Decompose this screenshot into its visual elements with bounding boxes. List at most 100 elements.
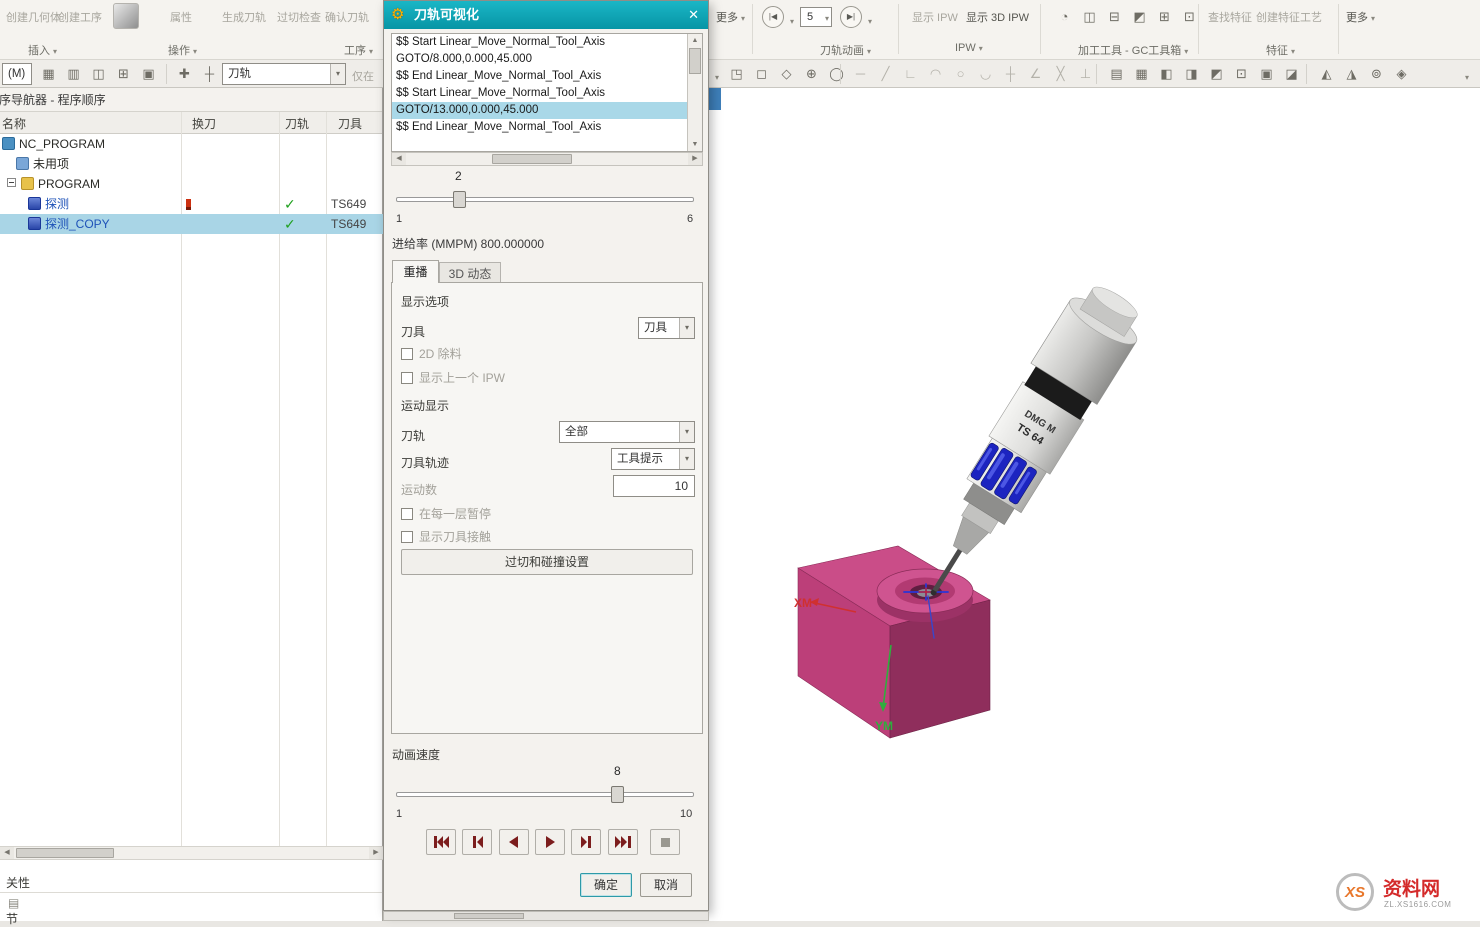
close-icon[interactable] [688, 1, 699, 29]
toolbar-icon[interactable]: ┼ [999, 63, 1022, 85]
tab-replay[interactable]: 重播 [392, 260, 439, 283]
dependencies-panel-label[interactable]: 关性 [6, 874, 30, 891]
collapse-icon[interactable] [7, 178, 16, 187]
toolbar-icon[interactable]: ◫ [1078, 6, 1101, 28]
play-backward-button[interactable] [499, 829, 529, 855]
scrollbar-thumb[interactable] [16, 848, 114, 858]
gouge-collision-settings-button[interactable]: 过切和碰撞设置 [401, 549, 693, 575]
bottom-scrollbar[interactable] [383, 911, 709, 921]
checkbox-show-previous-ipw[interactable]: 显示上一个 IPW [401, 369, 505, 386]
panel-icon[interactable] [8, 896, 19, 910]
show-3d-ipw-button[interactable]: 显示 3D IPW [966, 9, 1029, 25]
toolbar-icon[interactable]: ◨ [1180, 63, 1203, 85]
cancel-button[interactable]: 取消 [640, 873, 692, 897]
toolbar-icon[interactable]: ✚ [173, 63, 196, 85]
toolbar-icon[interactable]: ⊡ [1230, 63, 1253, 85]
toolbar-icon[interactable]: ╱ [874, 63, 897, 85]
progress-slider-thumb[interactable] [453, 191, 466, 208]
group-gc-toolbox[interactable]: 加工工具 - GC工具箱 [1078, 42, 1188, 58]
column-tool-change[interactable]: 换刀 [192, 115, 216, 132]
toolbar-icon[interactable]: ◳ [725, 63, 748, 85]
column-tool[interactable]: 刀具 [338, 115, 362, 132]
toolbar-icon[interactable]: ⊚ [1365, 63, 1388, 85]
toolbar-icon[interactable]: ◩ [1205, 63, 1228, 85]
toolbar-icon[interactable]: ⊞ [112, 63, 135, 85]
toolbar-icon[interactable]: ◠ [924, 63, 947, 85]
toolbar-icon[interactable]: ▣ [137, 63, 160, 85]
dialog-titlebar[interactable]: 刀轨可视化 [384, 1, 708, 29]
more-button-left[interactable]: 更多 [716, 9, 745, 25]
column-name[interactable]: 名称 [2, 115, 26, 132]
toolbar-icon[interactable]: ◫ [87, 63, 110, 85]
scroll-left-icon[interactable] [0, 847, 14, 859]
chevron-down-icon[interactable] [1462, 69, 1469, 83]
toolbar-icon[interactable]: ⊥ [1074, 63, 1097, 85]
scroll-left-icon[interactable] [392, 153, 406, 165]
progress-slider-track[interactable] [396, 197, 694, 202]
toolbar-icon[interactable]: ⊞ [1153, 6, 1176, 28]
speed-slider-thumb[interactable] [611, 786, 624, 803]
toolbar-icon[interactable]: ─ [849, 63, 872, 85]
toolpath-display-combo[interactable]: 全部 [559, 421, 695, 443]
ok-button[interactable]: 确定 [580, 873, 632, 897]
toolbar-icon[interactable]: ▦ [37, 63, 60, 85]
details-panel-label[interactable]: 节 [6, 910, 18, 927]
toolbar-icon[interactable]: ∠ [1024, 63, 1047, 85]
scroll-right-icon[interactable] [688, 153, 702, 165]
tree-row-nc-program[interactable]: NC_PROGRAM [0, 134, 383, 154]
group-ipw[interactable]: IPW [955, 42, 983, 54]
navigator-horizontal-scrollbar[interactable] [0, 846, 383, 860]
tool-trace-combo[interactable]: 工具提示 [611, 448, 695, 470]
more-button-right[interactable]: 更多 [1346, 9, 1375, 25]
group-operation[interactable]: 操作 [168, 42, 197, 58]
animation-previous-button[interactable] [762, 6, 784, 28]
view-combo[interactable]: (M) [2, 63, 32, 85]
group-insert[interactable]: 插入 [28, 42, 57, 58]
column-toolpath[interactable]: 刀轨 [285, 115, 309, 132]
scrollbar-thumb[interactable] [689, 48, 701, 74]
toolbar-icon[interactable]: ○ [949, 63, 972, 85]
step-forward-button[interactable] [571, 829, 601, 855]
toolbar-icon[interactable]: ◔ [1053, 6, 1076, 28]
chevron-down-icon[interactable] [787, 13, 794, 27]
go-to-start-button[interactable] [426, 829, 456, 855]
milling-tool-icon[interactable] [113, 3, 139, 29]
gcode-line[interactable]: $$ Start Linear_Move_Normal_Tool_Axis [392, 34, 688, 51]
gcode-line[interactable]: $$ End Linear_Move_Normal_Tool_Axis [392, 119, 688, 136]
group-feature[interactable]: 特征 [1266, 42, 1295, 58]
group-toolpath-animation[interactable]: 刀轨动画 [820, 42, 871, 58]
toolbar-icon[interactable]: ▥ [62, 63, 85, 85]
scrollbar-thumb[interactable] [454, 913, 524, 919]
verify-toolpath-button[interactable]: 确认刀轨 [325, 9, 369, 25]
viewport-tab[interactable] [708, 88, 721, 110]
gcode-line[interactable]: $$ Start Linear_Move_Normal_Tool_Axis [392, 85, 688, 102]
toolbar-icon[interactable]: ◻ [750, 63, 773, 85]
toolbar-icon[interactable]: ◩ [1128, 6, 1151, 28]
play-forward-button[interactable] [535, 829, 565, 855]
speed-slider-track[interactable] [396, 792, 694, 797]
generate-toolpath-button[interactable]: 生成刀轨 [222, 9, 266, 25]
scroll-down-icon[interactable] [688, 138, 702, 151]
tree-row-probe-copy[interactable]: 探测_COPY TS649 [0, 214, 383, 234]
scroll-up-icon[interactable] [688, 34, 702, 47]
gcode-line[interactable]: GOTO/8.000,0.000,45.000 [392, 51, 688, 68]
gcode-list[interactable]: $$ Start Linear_Move_Normal_Tool_Axis GO… [391, 33, 703, 152]
checkbox-2d-material-removal[interactable]: 2D 除料 [401, 345, 462, 362]
gouge-check-button[interactable]: 过切检查 [277, 9, 321, 25]
toolbar-icon[interactable]: ◇ [775, 63, 798, 85]
toolbar-icon[interactable]: ⊟ [1103, 6, 1126, 28]
toolbar-icon[interactable]: ▤ [1105, 63, 1128, 85]
toolbar-icon[interactable]: ◪ [1280, 63, 1303, 85]
gcode-vertical-scrollbar[interactable] [687, 34, 702, 151]
gcode-line-selected[interactable]: GOTO/13.000,0.000,45.000 [392, 102, 688, 119]
toolbar-icon[interactable]: ∟ [899, 63, 922, 85]
gcode-horizontal-scrollbar[interactable] [391, 152, 703, 166]
checkbox-pause-each-layer[interactable]: 在每一层暂停 [401, 505, 491, 522]
toolbar-icon[interactable]: ⊕ [800, 63, 823, 85]
group-process[interactable]: 工序 [344, 42, 373, 58]
go-to-end-button[interactable] [608, 829, 638, 855]
toolbar-icon[interactable]: ◈ [1390, 63, 1413, 85]
create-operation-button[interactable]: 创建工序 [58, 9, 102, 25]
toolbar-icon[interactable]: ◭ [1315, 63, 1338, 85]
tree-row-probe[interactable]: 探测 TS649 [0, 194, 383, 214]
